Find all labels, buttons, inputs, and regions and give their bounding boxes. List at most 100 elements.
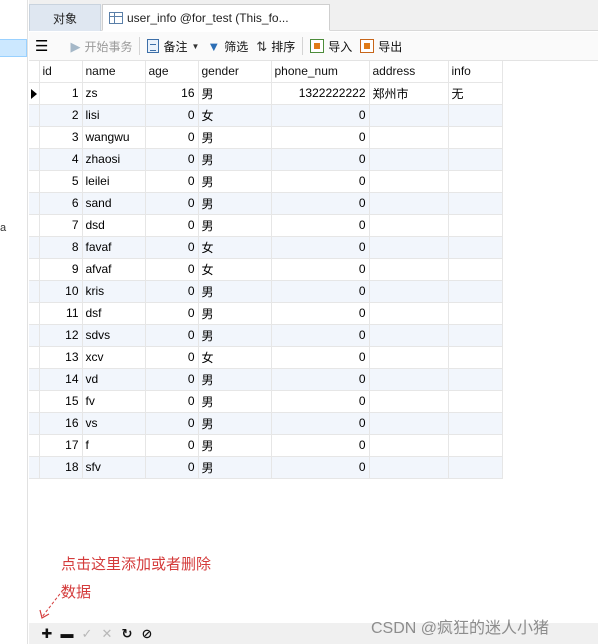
column-header-id[interactable]: id: [39, 61, 83, 83]
selected-tree-item[interactable]: [0, 39, 27, 57]
cell-gender[interactable]: 男: [198, 82, 272, 105]
cell-age[interactable]: 0: [145, 148, 199, 171]
cell-phone-num[interactable]: 1322222222: [271, 82, 370, 105]
cell-name[interactable]: xcv: [82, 346, 146, 369]
cell-gender[interactable]: 男: [198, 302, 272, 325]
table-row[interactable]: 10 kris 0 男 0: [29, 280, 503, 303]
cell-address[interactable]: [369, 302, 449, 325]
cell-id[interactable]: 14: [39, 368, 83, 391]
cell-address[interactable]: [369, 236, 449, 259]
table-row[interactable]: 8 favaf 0 女 0: [29, 236, 503, 259]
cell-address[interactable]: [369, 170, 449, 193]
cell-info[interactable]: [448, 434, 503, 457]
cell-address[interactable]: [369, 214, 449, 237]
cell-address[interactable]: [369, 456, 449, 479]
table-row[interactable]: 7 dsd 0 男 0: [29, 214, 503, 237]
table-row[interactable]: 11 dsf 0 男 0: [29, 302, 503, 325]
row-marker[interactable]: [29, 390, 40, 413]
cell-phone-num[interactable]: 0: [271, 346, 370, 369]
cell-age[interactable]: 0: [145, 456, 199, 479]
cell-address[interactable]: [369, 368, 449, 391]
row-marker[interactable]: [29, 280, 40, 303]
cell-phone-num[interactable]: 0: [271, 104, 370, 127]
column-header-info[interactable]: info: [448, 61, 503, 83]
cell-gender[interactable]: 男: [198, 192, 272, 215]
cell-name[interactable]: dsf: [82, 302, 146, 325]
cell-info[interactable]: [448, 280, 503, 303]
cell-age[interactable]: 16: [145, 82, 199, 105]
cell-phone-num[interactable]: 0: [271, 368, 370, 391]
cell-info[interactable]: [448, 148, 503, 171]
cell-name[interactable]: zs: [82, 82, 146, 105]
row-marker[interactable]: [29, 456, 40, 479]
row-marker[interactable]: [29, 82, 40, 105]
cell-name[interactable]: f: [82, 434, 146, 457]
table-row[interactable]: 15 fv 0 男 0: [29, 390, 503, 413]
refresh-icon[interactable]: ↻: [117, 626, 137, 642]
row-marker[interactable]: [29, 302, 40, 325]
row-marker[interactable]: [29, 214, 40, 237]
column-header-age[interactable]: age: [145, 61, 199, 83]
cell-id[interactable]: 2: [39, 104, 83, 127]
cell-age[interactable]: 0: [145, 192, 199, 215]
chevron-down-icon[interactable]: ▼: [191, 42, 199, 51]
cell-info[interactable]: [448, 390, 503, 413]
cell-name[interactable]: zhaosi: [82, 148, 146, 171]
cell-phone-num[interactable]: 0: [271, 456, 370, 479]
cell-id[interactable]: 10: [39, 280, 83, 303]
cell-name[interactable]: vd: [82, 368, 146, 391]
cell-phone-num[interactable]: 0: [271, 302, 370, 325]
cell-name[interactable]: sdvs: [82, 324, 146, 347]
cell-name[interactable]: leilei: [82, 170, 146, 193]
cell-info[interactable]: [448, 126, 503, 149]
table-row[interactable]: 18 sfv 0 男 0: [29, 456, 503, 479]
cell-age[interactable]: 0: [145, 126, 199, 149]
cell-name[interactable]: kris: [82, 280, 146, 303]
cell-address[interactable]: [369, 258, 449, 281]
cell-gender[interactable]: 女: [198, 104, 272, 127]
column-header-phone-num[interactable]: phone_num: [271, 61, 370, 83]
cell-phone-num[interactable]: 0: [271, 148, 370, 171]
cell-address[interactable]: [369, 390, 449, 413]
menu-icon[interactable]: ☰: [35, 39, 48, 54]
cell-gender[interactable]: 男: [198, 390, 272, 413]
cell-id[interactable]: 13: [39, 346, 83, 369]
cell-gender[interactable]: 女: [198, 346, 272, 369]
cell-gender[interactable]: 男: [198, 280, 272, 303]
cell-address[interactable]: [369, 412, 449, 435]
check-icon[interactable]: ✓: [77, 626, 97, 642]
table-row[interactable]: 16 vs 0 男 0: [29, 412, 503, 435]
cell-info[interactable]: [448, 346, 503, 369]
cell-id[interactable]: 5: [39, 170, 83, 193]
cell-info[interactable]: [448, 302, 503, 325]
cell-gender[interactable]: 男: [198, 126, 272, 149]
cell-id[interactable]: 16: [39, 412, 83, 435]
cell-id[interactable]: 17: [39, 434, 83, 457]
cell-id[interactable]: 8: [39, 236, 83, 259]
cell-address[interactable]: [369, 324, 449, 347]
export-button[interactable]: 导出: [356, 35, 406, 57]
cell-name[interactable]: afvaf: [82, 258, 146, 281]
cell-age[interactable]: 0: [145, 368, 199, 391]
cell-address[interactable]: [369, 104, 449, 127]
cell-age[interactable]: 0: [145, 258, 199, 281]
cell-age[interactable]: 0: [145, 390, 199, 413]
cell-name[interactable]: lisi: [82, 104, 146, 127]
table-row[interactable]: 17 f 0 男 0: [29, 434, 503, 457]
cell-phone-num[interactable]: 0: [271, 412, 370, 435]
cell-info[interactable]: 无: [448, 82, 503, 105]
cell-info[interactable]: [448, 236, 503, 259]
cell-phone-num[interactable]: 0: [271, 280, 370, 303]
cell-age[interactable]: 0: [145, 280, 199, 303]
cell-phone-num[interactable]: 0: [271, 192, 370, 215]
import-button[interactable]: 导入: [306, 35, 356, 57]
table-row[interactable]: 5 leilei 0 男 0: [29, 170, 503, 193]
cell-id[interactable]: 11: [39, 302, 83, 325]
cell-phone-num[interactable]: 0: [271, 258, 370, 281]
cell-info[interactable]: [448, 368, 503, 391]
column-header-name[interactable]: name: [82, 61, 146, 83]
cell-gender[interactable]: 男: [198, 412, 272, 435]
row-marker[interactable]: [29, 192, 40, 215]
cell-id[interactable]: 3: [39, 126, 83, 149]
begin-transaction-button[interactable]: ▶ 开始事务: [66, 35, 136, 57]
